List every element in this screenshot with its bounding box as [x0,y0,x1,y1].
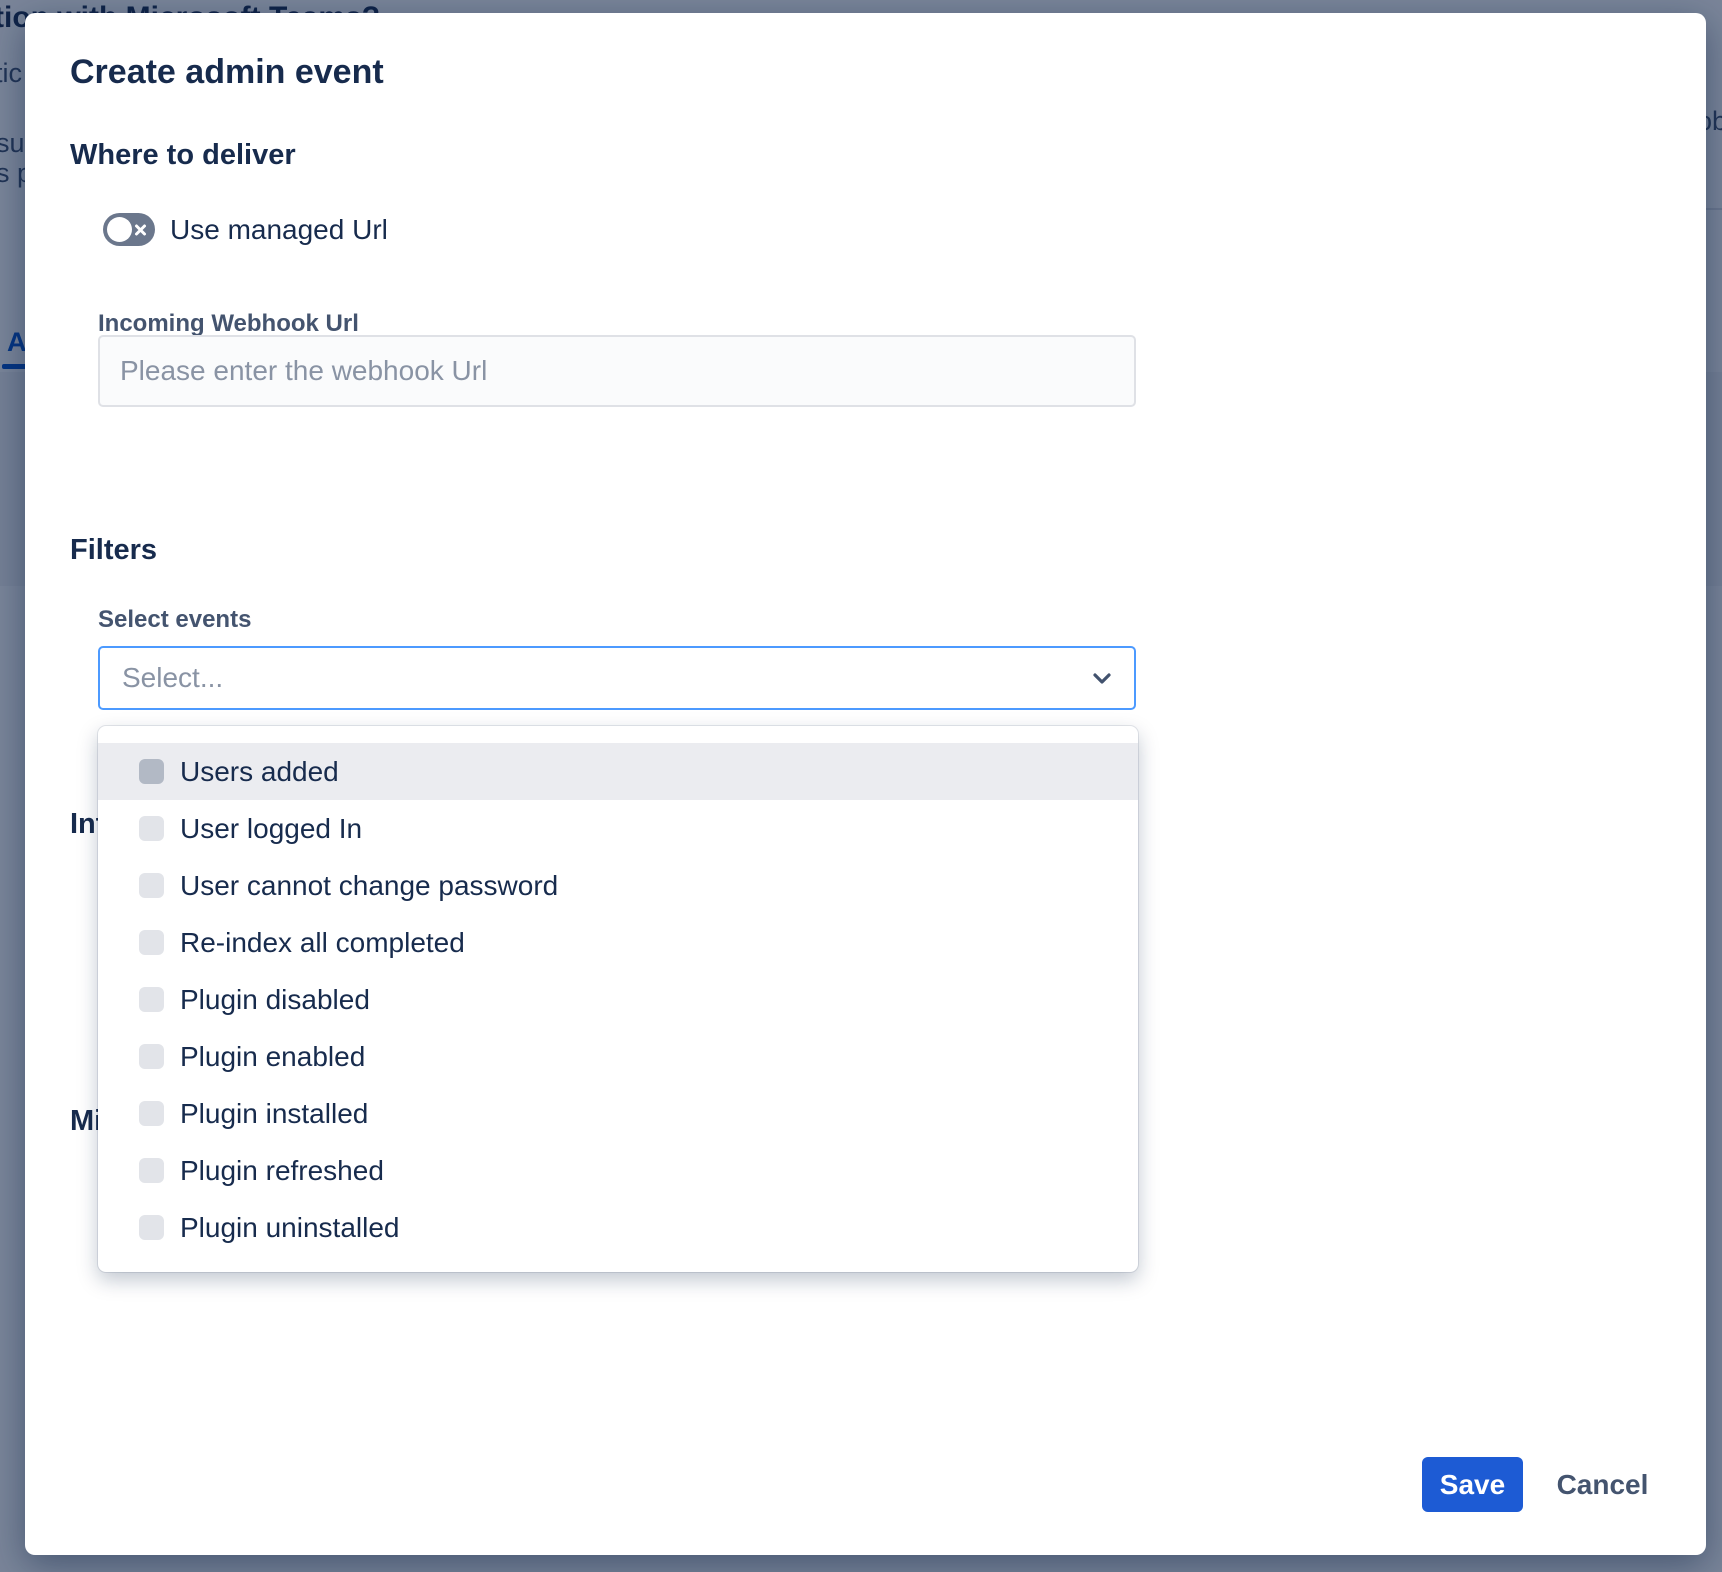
select-placeholder: Select... [122,662,223,694]
checkbox-icon[interactable] [139,930,164,955]
select-events-control[interactable]: Select... [98,646,1136,710]
checkbox-icon[interactable] [139,1101,164,1126]
use-managed-url-toggle[interactable] [103,213,155,246]
use-managed-url-row: Use managed Url [103,213,388,246]
event-option-label: Users added [180,756,339,788]
where-to-deliver-heading: Where to deliver [70,139,296,172]
checkbox-icon[interactable] [139,1044,164,1069]
checkbox-icon[interactable] [139,816,164,841]
toggle-knob [107,217,132,242]
webhook-url-input[interactable] [98,335,1136,407]
save-button[interactable]: Save [1422,1457,1523,1512]
event-option-label: Plugin installed [180,1098,368,1130]
chevron-down-icon [1092,672,1112,685]
event-option-row[interactable]: Re-index all completed [98,914,1138,971]
toggle-cross-icon [134,223,147,236]
event-option-label: User logged In [180,813,362,845]
create-admin-event-dialog: Create admin event Where to deliver Use … [25,13,1706,1555]
select-events-label: Select events [98,606,251,634]
checkbox-icon[interactable] [139,1215,164,1240]
event-option-row[interactable]: Plugin enabled [98,1028,1138,1085]
event-option-label: Plugin disabled [180,984,370,1016]
checkbox-icon[interactable] [139,1158,164,1183]
checkbox-icon[interactable] [139,873,164,898]
event-option-row[interactable]: User cannot change password [98,857,1138,914]
event-options-menu: Users added User logged In User cannot c… [98,726,1138,1272]
event-option-row[interactable]: User logged In [98,800,1138,857]
event-option-label: Plugin enabled [180,1041,365,1073]
event-option-row[interactable]: Plugin installed [98,1085,1138,1142]
checkbox-icon[interactable] [139,759,164,784]
event-option-label: Plugin refreshed [180,1155,384,1187]
event-option-label: User cannot change password [180,870,558,902]
dialog-title: Create admin event [70,53,384,92]
cancel-button[interactable]: Cancel [1540,1457,1665,1512]
event-option-row[interactable]: Plugin refreshed [98,1142,1138,1199]
webhook-url-label: Incoming Webhook Url [98,310,359,338]
event-option-row[interactable]: Users added [98,743,1138,800]
filters-heading: Filters [70,534,157,567]
use-managed-url-label: Use managed Url [170,214,388,246]
event-option-label: Re-index all completed [180,927,465,959]
event-option-row[interactable]: Plugin uninstalled [98,1199,1138,1256]
event-option-row[interactable]: Plugin disabled [98,971,1138,1028]
checkbox-icon[interactable] [139,987,164,1012]
event-option-label: Plugin uninstalled [180,1212,400,1244]
